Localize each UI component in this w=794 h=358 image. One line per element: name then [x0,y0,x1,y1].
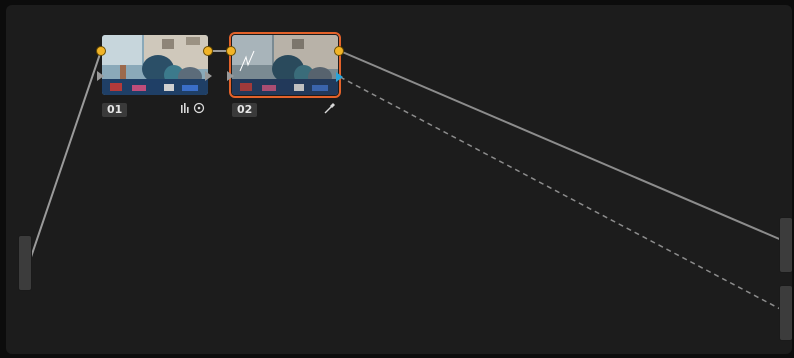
node-01-input-port[interactable] [96,46,106,56]
node-02-alpha-output[interactable] [336,72,343,82]
node-02-output-port[interactable] [334,46,344,56]
node-01[interactable] [102,35,208,95]
histogram-icon [181,103,189,113]
node-02-label: 02 [232,103,258,117]
node-02-alpha-input[interactable] [227,71,234,81]
node-02[interactable] [229,32,341,98]
node-graph-canvas[interactable]: 01 02 [6,5,792,354]
connection-node-02-alpha-to-output[interactable] [339,76,785,312]
node-02-input-port[interactable] [226,46,236,56]
node-01-alpha-input[interactable] [97,71,104,81]
source-input-handle[interactable] [18,235,32,291]
rgb-output-handle[interactable] [779,217,792,273]
eyedropper-icon [324,103,335,114]
node-01-thumbnail [102,35,208,95]
target-icon [193,102,205,114]
connection-node-02-to-output[interactable] [339,50,785,242]
node-01-label: 01 [102,103,128,117]
alpha-output-handle[interactable] [779,285,792,341]
node-02-status-icons [324,102,336,117]
node-02-thumbnail [232,35,338,95]
node-01-status-icons [180,102,206,117]
connection-input-to-node-01[interactable] [29,50,102,261]
node-01-alpha-output[interactable] [205,71,212,81]
node-01-output-port[interactable] [203,46,213,56]
